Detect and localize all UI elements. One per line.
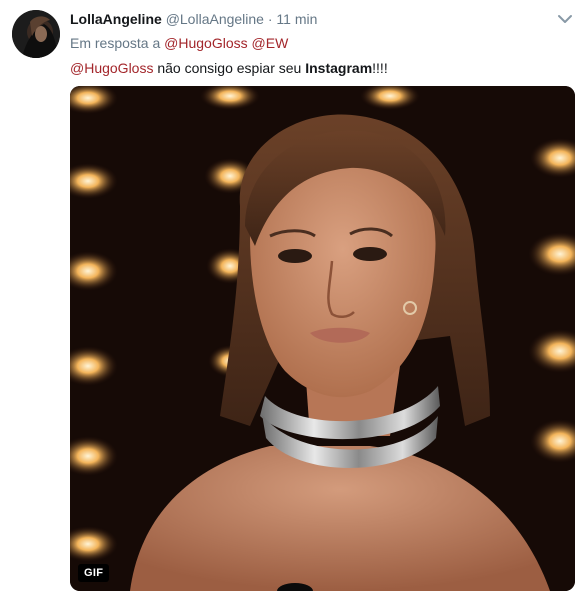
- reply-mention-ew[interactable]: @EW: [252, 35, 289, 51]
- display-name[interactable]: LollaAngeline: [70, 11, 162, 27]
- text-mention[interactable]: @HugoGloss: [70, 60, 153, 76]
- separator-dot: ·: [267, 11, 273, 27]
- user-handle[interactable]: @LollaAngeline: [166, 11, 264, 27]
- tweet-text: @HugoGloss não consigo espiar seu Instag…: [70, 59, 388, 77]
- gif-media[interactable]: GIF: [70, 86, 575, 591]
- reply-context: Em resposta a @HugoGloss @EW: [70, 34, 288, 52]
- avatar[interactable]: [12, 10, 60, 58]
- avatar-image: [12, 10, 60, 58]
- text-body: não consigo espiar seu: [153, 60, 306, 76]
- gif-badge: GIF: [78, 564, 110, 582]
- gif-image: [70, 86, 575, 591]
- reply-mention-hugogloss[interactable]: @HugoGloss: [164, 35, 247, 51]
- chevron-down-icon[interactable]: [556, 10, 574, 28]
- reply-prefix: Em resposta a: [70, 35, 161, 51]
- text-end: !!!!: [372, 60, 388, 76]
- text-bold: Instagram: [305, 60, 373, 76]
- timestamp[interactable]: 11 min: [276, 11, 317, 27]
- tweet-card[interactable]: LollaAngeline @LollaAngeline · 11 min Em…: [0, 0, 586, 597]
- tweet-header: LollaAngeline @LollaAngeline · 11 min: [70, 10, 574, 30]
